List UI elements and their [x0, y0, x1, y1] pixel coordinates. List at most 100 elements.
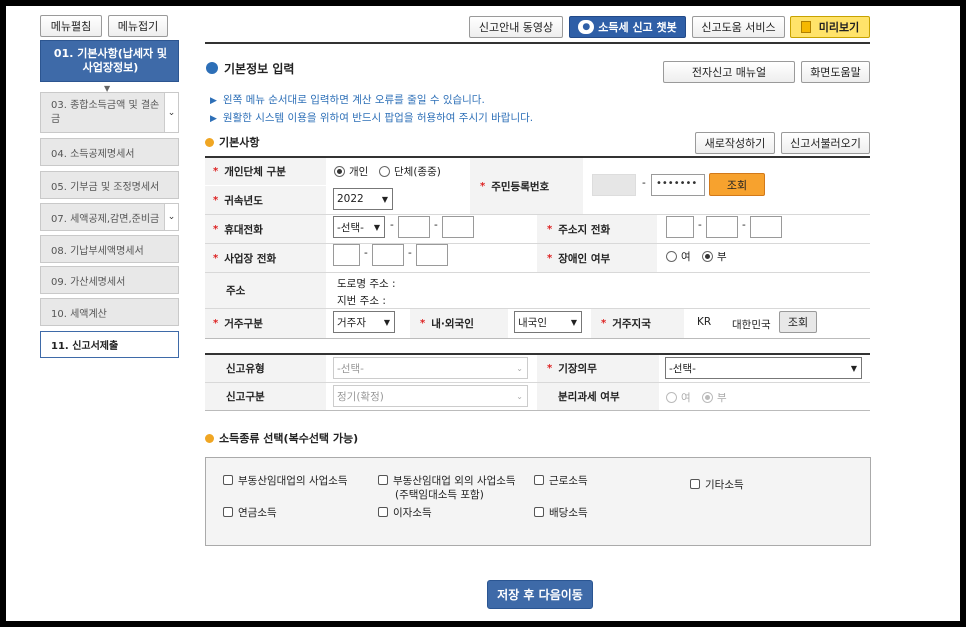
sidebar-item-label: 11. 신고서제출 [51, 341, 119, 352]
triangle-right-icon: ▶ [210, 96, 217, 106]
radio-icon[interactable] [334, 166, 345, 177]
income-option-wage[interactable]: 근로소득 [534, 473, 588, 488]
sidebar-item-penalty[interactable]: 09. 가산세명세서 [40, 266, 179, 294]
biz-phone-area-input[interactable] [333, 244, 360, 266]
chevron-down-icon: ▼ [373, 222, 380, 232]
filing-category-select[interactable]: 정기(확정) ⌄ [333, 385, 528, 407]
country-name: 대한민국 [732, 319, 771, 331]
preview-button[interactable]: 미리보기 [790, 16, 870, 38]
residence-select[interactable]: 거주자 ▼ [333, 311, 395, 333]
home-phone-area-input[interactable] [666, 216, 694, 238]
country-lookup-button[interactable]: 조회 [779, 311, 817, 333]
load-return-button[interactable]: 신고서불러오기 [781, 132, 870, 154]
label-rrn: * 주민등록번호 [470, 158, 583, 214]
income-option-business[interactable]: 부동산임대업 외의 사업소득 [378, 473, 516, 488]
e-filing-manual-button[interactable]: 전자신고 매뉴얼 [663, 61, 795, 83]
basic-section-title: 기본사항 [205, 134, 259, 150]
sidebar-item-deduction[interactable]: 04. 소득공제명세서 [40, 138, 179, 166]
chevron-down-icon[interactable]: ⌄ [164, 93, 178, 132]
road-address: 도로명 주소 : [337, 278, 396, 290]
income-option-dividend[interactable]: 배당소득 [534, 505, 588, 520]
label-nationality: * 내·외국인 [410, 309, 508, 338]
nationality-select[interactable]: 내국인 ▼ [514, 311, 582, 333]
new-write-button[interactable]: 새로작성하기 [695, 132, 775, 154]
home-phone-last-input[interactable] [750, 216, 782, 238]
checkbox-icon[interactable] [223, 507, 233, 517]
preview-label: 미리보기 [818, 21, 860, 34]
biz-phone-last-input[interactable] [416, 244, 448, 266]
row-divider [205, 338, 870, 339]
radio-icon[interactable] [379, 166, 390, 177]
checkbox-icon[interactable] [534, 507, 544, 517]
checkbox-icon[interactable] [378, 507, 388, 517]
rrn-back-input[interactable]: ••••••• [651, 174, 705, 196]
sidebar-item-label: 07. 세액공제,감면,준비금 [51, 213, 160, 225]
sidebar-item-income[interactable]: 03. 종합소득금액 및 결손금 ⌄ [40, 92, 179, 133]
dash: - [408, 247, 412, 259]
disabled-radio-yes[interactable]: 여 [666, 249, 691, 264]
income-option-interest[interactable]: 이자소득 [378, 505, 432, 520]
income-option-business-note: (주택임대소득 포함) [395, 489, 484, 501]
guide-video-button[interactable]: 신고안내 동영상 [469, 16, 563, 38]
label-bookkeeping: * 기장의무 [537, 355, 659, 382]
chevron-down-icon: ⌄ [516, 391, 523, 401]
sidebar-item-prepaid[interactable]: 08. 기납부세액명세서 [40, 235, 179, 263]
separate-radio-no[interactable]: 부 [702, 390, 727, 405]
sidebar-item-label: 10. 세액계산 [51, 308, 107, 320]
chevron-down-icon: ⌄ [516, 363, 523, 373]
income-option-pension[interactable]: 연금소득 [223, 505, 277, 520]
rrn-lookup-button[interactable]: 조회 [709, 173, 765, 196]
type-radio-personal[interactable]: 개인 [334, 164, 368, 179]
year-select[interactable]: 2022 ▼ [333, 188, 393, 210]
biz-phone-middle-input[interactable] [372, 244, 404, 266]
sidebar-item-tax-calc[interactable]: 10. 세액계산 [40, 298, 179, 326]
mobile-last-input[interactable] [442, 216, 474, 238]
sidebar-item-label: 04. 소득공제명세서 [51, 148, 135, 160]
section-bullet-icon [205, 137, 214, 147]
help-service-button[interactable]: 신고도움 서비스 [692, 16, 785, 38]
bookkeeping-select[interactable]: -선택- ▼ [665, 357, 862, 379]
sidebar-item-submit[interactable]: 11. 신고서제출 [40, 331, 179, 358]
screen-help-button[interactable]: 화면도움말 [801, 61, 870, 83]
menu-expand-button[interactable]: 메뉴펼침 [40, 15, 102, 37]
sidebar-item-tax-credit[interactable]: 07. 세액공제,감면,준비금 ⌄ [40, 203, 179, 231]
disabled-radio-no[interactable]: 부 [702, 249, 727, 264]
chatbot-icon: ● [578, 20, 595, 34]
label-year: * 귀속년도 [205, 186, 326, 214]
chevron-down-icon: ▼ [381, 194, 388, 204]
checkbox-icon[interactable] [223, 475, 233, 485]
checkbox-icon[interactable] [378, 475, 388, 485]
type-radio-group[interactable]: 단체(종중) [379, 164, 441, 179]
chevron-down-icon: ▼ [850, 363, 857, 373]
mobile-prefix-select[interactable]: -선택- ▼ [333, 216, 385, 238]
radio-icon[interactable] [702, 392, 713, 403]
label-type: * 개인단체 구분 [205, 158, 326, 185]
radio-icon[interactable] [666, 392, 677, 403]
sidebar-item-label: 08. 기납부세액명세서 [51, 245, 144, 257]
sidebar-item-label: 01. 기본사항(납세자 및 사업장정보) [53, 47, 168, 74]
income-option-realestate[interactable]: 부동산임대업의 사업소득 [223, 473, 348, 488]
home-phone-middle-input[interactable] [706, 216, 738, 238]
sidebar-item-donation[interactable]: 05. 기부금 및 조정명세서 [40, 171, 179, 199]
radio-icon[interactable] [702, 251, 713, 262]
document-icon [800, 21, 811, 33]
sidebar-item-basic-info[interactable]: 01. 기본사항(납세자 및 사업장정보) [40, 40, 179, 82]
rrn-dash: - [642, 177, 646, 189]
filing-type-select[interactable]: -선택- ⌄ [333, 357, 528, 379]
income-option-other[interactable]: 기타소득 [690, 477, 744, 492]
chevron-down-icon[interactable]: ⌄ [164, 204, 178, 230]
save-next-button[interactable]: 저장 후 다음이동 [487, 580, 593, 609]
row-divider [205, 410, 870, 411]
checkbox-icon[interactable] [690, 479, 700, 489]
label-country: * 거주지국 [591, 309, 684, 338]
mobile-middle-input[interactable] [398, 216, 430, 238]
radio-icon[interactable] [666, 251, 677, 262]
dash: - [390, 219, 394, 231]
checkbox-icon[interactable] [534, 475, 544, 485]
label-residence: * 거주구분 [205, 309, 326, 338]
menu-collapse-button[interactable]: 메뉴접기 [108, 15, 168, 37]
rrn-front-input[interactable] [592, 174, 636, 196]
notice-1: ▶ 왼쪽 메뉴 순서대로 입력하면 계산 오류를 줄일 수 있습니다. [210, 94, 485, 106]
chatbot-button[interactable]: ● 소득세 신고 챗봇 [569, 16, 686, 38]
separate-radio-yes[interactable]: 여 [666, 390, 691, 405]
